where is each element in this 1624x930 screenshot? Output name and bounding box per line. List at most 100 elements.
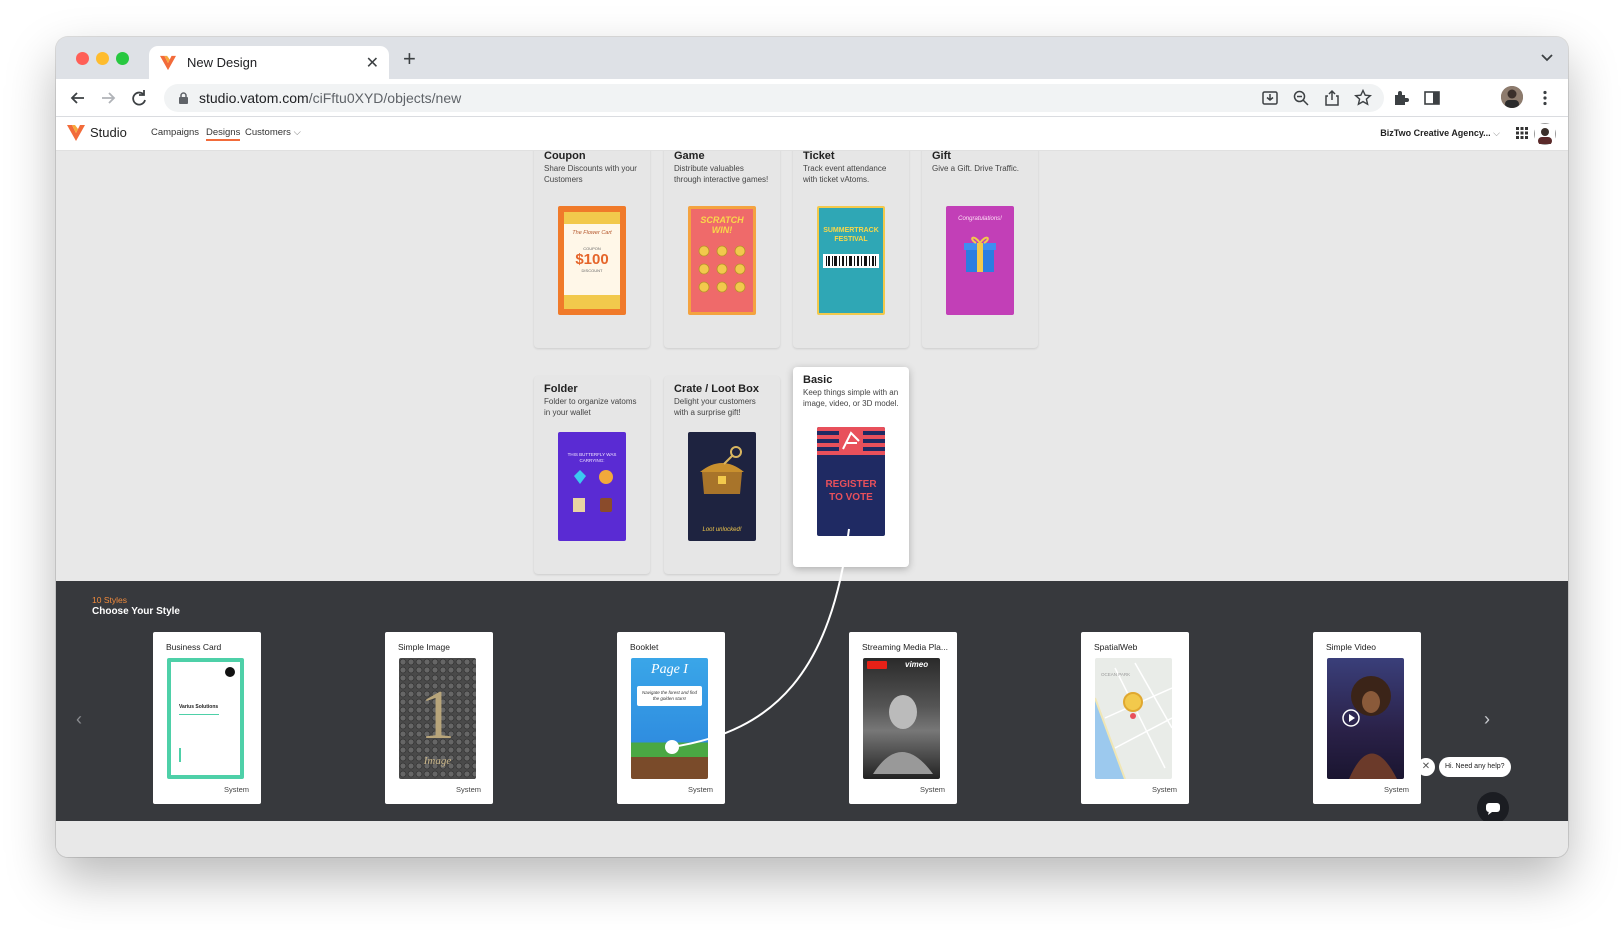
chevron-down-icon[interactable] bbox=[1540, 50, 1554, 64]
badge-icon bbox=[225, 667, 235, 677]
chevron-down-icon: ⌵ bbox=[1490, 128, 1500, 138]
crate-thumbnail: Loot unlocked! bbox=[688, 432, 756, 541]
game-title: SCRATCH WIN! bbox=[700, 215, 744, 235]
style-card-streaming-media[interactable]: Streaming Media Pla... vimeo System bbox=[849, 632, 957, 804]
ticket-thumbnail: SUMMERTRACK FESTIVAL bbox=[817, 206, 885, 315]
category-desc: Distribute valuables through interactive… bbox=[674, 164, 769, 184]
style-tag: System bbox=[919, 785, 945, 794]
coupon-brand: The Flower Cart bbox=[572, 230, 612, 236]
style-card-simple-image[interactable]: Simple Image 1 Image System bbox=[385, 632, 493, 804]
nav-customers[interactable]: Customers ⌵ bbox=[245, 127, 301, 138]
svg-text:1: 1 bbox=[420, 677, 455, 754]
person-icon bbox=[1535, 124, 1555, 145]
new-tab-button[interactable]: + bbox=[403, 47, 416, 71]
app-grid-icon[interactable] bbox=[1516, 127, 1528, 139]
style-tag: System bbox=[455, 785, 481, 794]
category-card-basic[interactable]: Basic Keep things simple with an image, … bbox=[793, 367, 909, 567]
style-label: Streaming Media Pla... bbox=[862, 642, 948, 652]
style-tag: System bbox=[1151, 785, 1177, 794]
streaming-thumbnail: vimeo bbox=[863, 658, 940, 779]
simple-video-thumbnail bbox=[1327, 658, 1404, 779]
reload-icon[interactable] bbox=[129, 88, 149, 108]
category-card-ticket[interactable]: Ticket Track event attendance with ticke… bbox=[793, 151, 909, 348]
browser-tab[interactable]: New Design ✕ bbox=[149, 46, 389, 79]
category-card-folder[interactable]: Folder Folder to organize vatoms in your… bbox=[534, 376, 650, 574]
help-bubble[interactable]: Hi. Need any help? bbox=[1439, 757, 1511, 777]
coupon-foot: DISCOUNT bbox=[581, 268, 603, 273]
vimeo-logo: vimeo bbox=[905, 660, 929, 669]
business-card-thumbnail: Varius Solutions bbox=[167, 658, 244, 779]
chat-button[interactable] bbox=[1477, 792, 1509, 824]
style-tag: System bbox=[687, 785, 713, 794]
game-thumbnail: SCRATCH WIN! bbox=[688, 206, 756, 315]
style-label: SpatialWeb bbox=[1094, 642, 1138, 652]
chevron-down-icon: ⌵ bbox=[290, 127, 301, 138]
basic-title: REGISTER TO VOTE bbox=[825, 479, 877, 503]
ticket-title: SUMMERTRACK FESTIVAL bbox=[823, 227, 879, 243]
coupon-thumbnail: The Flower Cart COUPON $100 DISCOUNT bbox=[558, 206, 626, 315]
gift-thumbnail: Congratulations! bbox=[946, 206, 1014, 315]
org-selector[interactable]: BizTwo Creative Agency... ⌵ bbox=[1380, 128, 1500, 139]
booklet-thumbnail: Page I Navigate the forest and find the … bbox=[631, 658, 708, 779]
simple-image-caption: Image bbox=[423, 755, 452, 767]
person-icon bbox=[1501, 86, 1523, 108]
category-card-coupon[interactable]: Coupon Share Discounts with your Custome… bbox=[534, 151, 650, 348]
style-card-booklet[interactable]: Booklet Page I Navigate the forest and f… bbox=[617, 632, 725, 804]
category-title: Crate / Loot Box bbox=[674, 383, 759, 395]
category-title: Ticket bbox=[803, 151, 835, 162]
category-card-crate[interactable]: Crate / Loot Box Delight your customers … bbox=[664, 376, 780, 574]
style-tag: System bbox=[1383, 785, 1409, 794]
category-desc: Folder to organize vatoms in your wallet bbox=[544, 397, 637, 417]
tab-strip: New Design ✕ + bbox=[56, 37, 1568, 79]
vote-flag-icon bbox=[817, 427, 885, 455]
simple-image-thumbnail: 1 Image bbox=[399, 658, 476, 779]
lock-icon bbox=[179, 91, 188, 104]
gift-box-icon bbox=[964, 236, 996, 272]
extensions-puzzle-icon[interactable] bbox=[1392, 89, 1410, 107]
style-label: Business Card bbox=[166, 642, 222, 652]
category-title: Coupon bbox=[544, 151, 586, 162]
chat-bubble-icon bbox=[1486, 803, 1500, 815]
minimize-window-button[interactable] bbox=[96, 52, 109, 65]
style-label: Simple Image bbox=[398, 642, 450, 652]
close-tab-icon[interactable]: ✕ bbox=[366, 53, 379, 73]
browser-menu-icon[interactable] bbox=[1536, 89, 1554, 107]
url-path: /ciFftu0XYD/objects/new bbox=[308, 90, 462, 106]
category-card-game[interactable]: Game Distribute valuables through intera… bbox=[664, 151, 780, 348]
styles-count: 10 Styles bbox=[92, 595, 127, 605]
style-label: Simple Video bbox=[1326, 642, 1376, 652]
address-bar[interactable]: studio.vatom.com/ciFftu0XYD/objects/new bbox=[164, 84, 1384, 112]
vatom-logo-icon bbox=[160, 55, 176, 70]
barcode-icon bbox=[823, 254, 879, 268]
browser-toolbar: studio.vatom.com/ciFftu0XYD/objects/new bbox=[56, 79, 1568, 117]
style-card-business-card[interactable]: Business Card Varius Solutions System bbox=[153, 632, 261, 804]
category-card-gift[interactable]: Gift Give a Gift. Drive Traffic. Congrat… bbox=[922, 151, 1038, 348]
share-icon[interactable] bbox=[1323, 89, 1341, 107]
nav-designs[interactable]: Designs bbox=[206, 127, 241, 141]
category-title: Basic bbox=[803, 374, 833, 386]
bookmark-star-icon[interactable] bbox=[1354, 89, 1372, 107]
zoom-out-icon[interactable] bbox=[1292, 89, 1310, 107]
vatom-logo-icon[interactable] bbox=[66, 124, 86, 142]
style-card-spatialweb[interactable]: SpatialWeb OCEAN PARK System bbox=[1081, 632, 1189, 804]
install-app-icon[interactable] bbox=[1261, 89, 1279, 107]
bottom-scroll-area bbox=[56, 821, 1568, 857]
nav-customers-label: Customers bbox=[245, 127, 291, 138]
carousel-prev-icon[interactable]: ‹ bbox=[76, 709, 82, 730]
browser-profile-avatar[interactable] bbox=[1501, 86, 1523, 108]
booklet-subtitle: Navigate the forest and find the golden … bbox=[637, 686, 702, 706]
maximize-window-button[interactable] bbox=[116, 52, 129, 65]
folder-items-icon bbox=[573, 470, 613, 512]
style-card-simple-video[interactable]: Simple Video System bbox=[1313, 632, 1421, 804]
app-header: Studio Campaigns Designs Customers ⌵ Biz… bbox=[56, 117, 1568, 151]
carousel-next-icon[interactable]: › bbox=[1484, 709, 1490, 730]
nav-campaigns[interactable]: Campaigns bbox=[151, 127, 199, 138]
back-arrow-icon[interactable] bbox=[68, 88, 88, 108]
forward-arrow-icon[interactable] bbox=[98, 88, 118, 108]
booklet-page-title: Page I bbox=[651, 662, 688, 677]
side-panel-icon[interactable] bbox=[1423, 89, 1441, 107]
close-window-button[interactable] bbox=[76, 52, 89, 65]
user-avatar[interactable] bbox=[1534, 123, 1556, 145]
help-close-button[interactable]: ✕ bbox=[1417, 758, 1435, 776]
style-label: Booklet bbox=[630, 642, 659, 652]
